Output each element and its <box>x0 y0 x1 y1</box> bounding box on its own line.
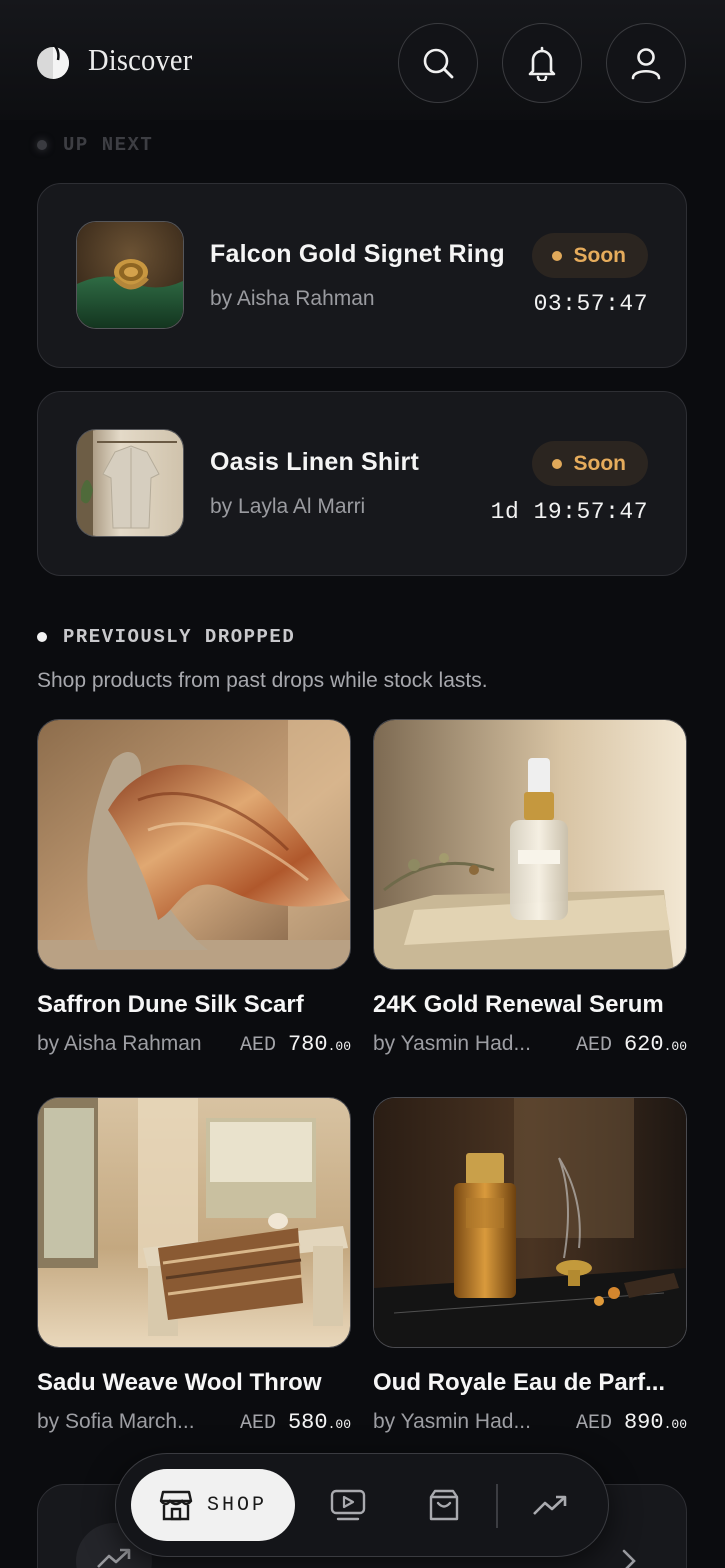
product-image <box>37 1097 351 1348</box>
nav-trending-tab[interactable] <box>526 1481 574 1529</box>
status-text: Soon <box>573 243 627 267</box>
countdown-timer: 1d 19:57:47 <box>490 499 648 525</box>
product-name: Saffron Dune Silk Scarf <box>37 991 304 1018</box>
upnext-artist: by Aisha Rahman <box>210 287 375 310</box>
status-text: Soon <box>573 451 627 475</box>
upnext-title: Oasis Linen Shirt <box>210 448 420 476</box>
search-icon <box>423 48 454 79</box>
nav-bag-tab[interactable] <box>420 1481 468 1529</box>
product-meta: by Yasmin Had... AED 890.00 <box>373 1410 687 1435</box>
chevron-right-icon <box>622 1549 636 1568</box>
product-artist: by Aisha Rahman <box>37 1032 202 1055</box>
product-card-oud[interactable]: Oud Royale Eau de Parf... by Yasmin Had.… <box>373 1097 687 1435</box>
profile-button[interactable] <box>606 23 686 103</box>
product-meta: by Sofia March... AED 580.00 <box>37 1410 351 1435</box>
header: Discover <box>0 0 725 120</box>
product-meta: by Yasmin Had... AED 620.00 <box>373 1032 687 1057</box>
status-badge: Soon <box>531 441 648 486</box>
upnext-card-ring[interactable]: Falcon Gold Signet Ring by Aisha Rahman … <box>37 183 687 368</box>
user-icon <box>631 48 661 80</box>
trending-icon <box>533 1495 567 1515</box>
product-price: 580 <box>287 1410 328 1435</box>
product-currency: AED <box>575 1412 612 1435</box>
bottom-nav: SHOP <box>115 1453 609 1557</box>
product-artist: by Yasmin Had... <box>373 1410 531 1433</box>
product-cents: .00 <box>327 1039 351 1054</box>
product-name: Sadu Weave Wool Throw <box>37 1369 322 1396</box>
page-title: Discover <box>88 42 193 77</box>
product-price: 780 <box>287 1032 328 1057</box>
status-dot <box>551 458 562 469</box>
product-cents: .00 <box>663 1417 687 1432</box>
product-price: 620 <box>623 1032 664 1057</box>
product-cents: .00 <box>327 1417 351 1432</box>
product-artist: by Sofia March... <box>37 1410 195 1433</box>
product-name: 24K Gold Renewal Serum <box>373 991 664 1018</box>
product-card-serum[interactable]: 24K Gold Renewal Serum by Yasmin Had... … <box>373 719 687 1057</box>
up-next-label-text: UP NEXT <box>63 134 154 156</box>
section-subtitle: Shop products from past drops while stoc… <box>37 669 488 692</box>
product-price: 890 <box>623 1410 664 1435</box>
product-card-throw[interactable]: Sadu Weave Wool Throw by Sofia March... … <box>37 1097 351 1435</box>
upnext-artist: by Layla Al Marri <box>210 495 366 518</box>
section-dot <box>37 632 47 642</box>
previously-dropped-label-text: PREVIOUSLY DROPPED <box>63 626 296 648</box>
nav-video-tab[interactable] <box>324 1481 372 1529</box>
product-name: Oud Royale Eau de Parf... <box>373 1369 666 1396</box>
app: Discover UP NEXT Falcon Gold Signet Ring… <box>0 0 725 1568</box>
previously-dropped-label: PREVIOUSLY DROPPED <box>37 626 295 648</box>
product-currency: AED <box>239 1412 276 1435</box>
status-badge: Soon <box>531 233 648 278</box>
section-dot <box>37 140 47 150</box>
upnext-card-shirt[interactable]: Oasis Linen Shirt by Layla Al Marri Soon… <box>37 391 687 576</box>
product-meta: by Aisha Rahman AED 780.00 <box>37 1032 351 1057</box>
trending-icon <box>97 1548 131 1568</box>
product-image <box>373 1097 687 1348</box>
nav-shop-label: SHOP <box>206 1493 267 1517</box>
product-cents: .00 <box>663 1039 687 1054</box>
product-image <box>37 719 351 970</box>
nav-shop-tab[interactable]: SHOP <box>131 1469 295 1541</box>
notifications-button[interactable] <box>502 23 582 103</box>
moon-logo-icon <box>36 40 70 80</box>
shirt-thumbnail <box>76 429 184 537</box>
store-icon <box>159 1490 193 1521</box>
product-image <box>373 719 687 970</box>
countdown-timer: 03:57:47 <box>533 291 648 317</box>
bell-icon <box>528 46 556 81</box>
upnext-title: Falcon Gold Signet Ring <box>210 240 505 268</box>
status-dot <box>551 250 562 261</box>
video-icon <box>330 1489 366 1521</box>
search-button[interactable] <box>398 23 478 103</box>
product-currency: AED <box>239 1034 276 1057</box>
nav-divider <box>496 1484 498 1528</box>
product-artist: by Yasmin Had... <box>373 1032 531 1055</box>
product-currency: AED <box>575 1034 612 1057</box>
up-next-label: UP NEXT <box>37 134 153 156</box>
shopping-bag-icon <box>429 1489 459 1521</box>
product-card-scarf[interactable]: Saffron Dune Silk Scarf by Aisha Rahman … <box>37 719 351 1057</box>
ring-thumbnail <box>76 221 184 329</box>
brand: Discover <box>36 40 202 80</box>
